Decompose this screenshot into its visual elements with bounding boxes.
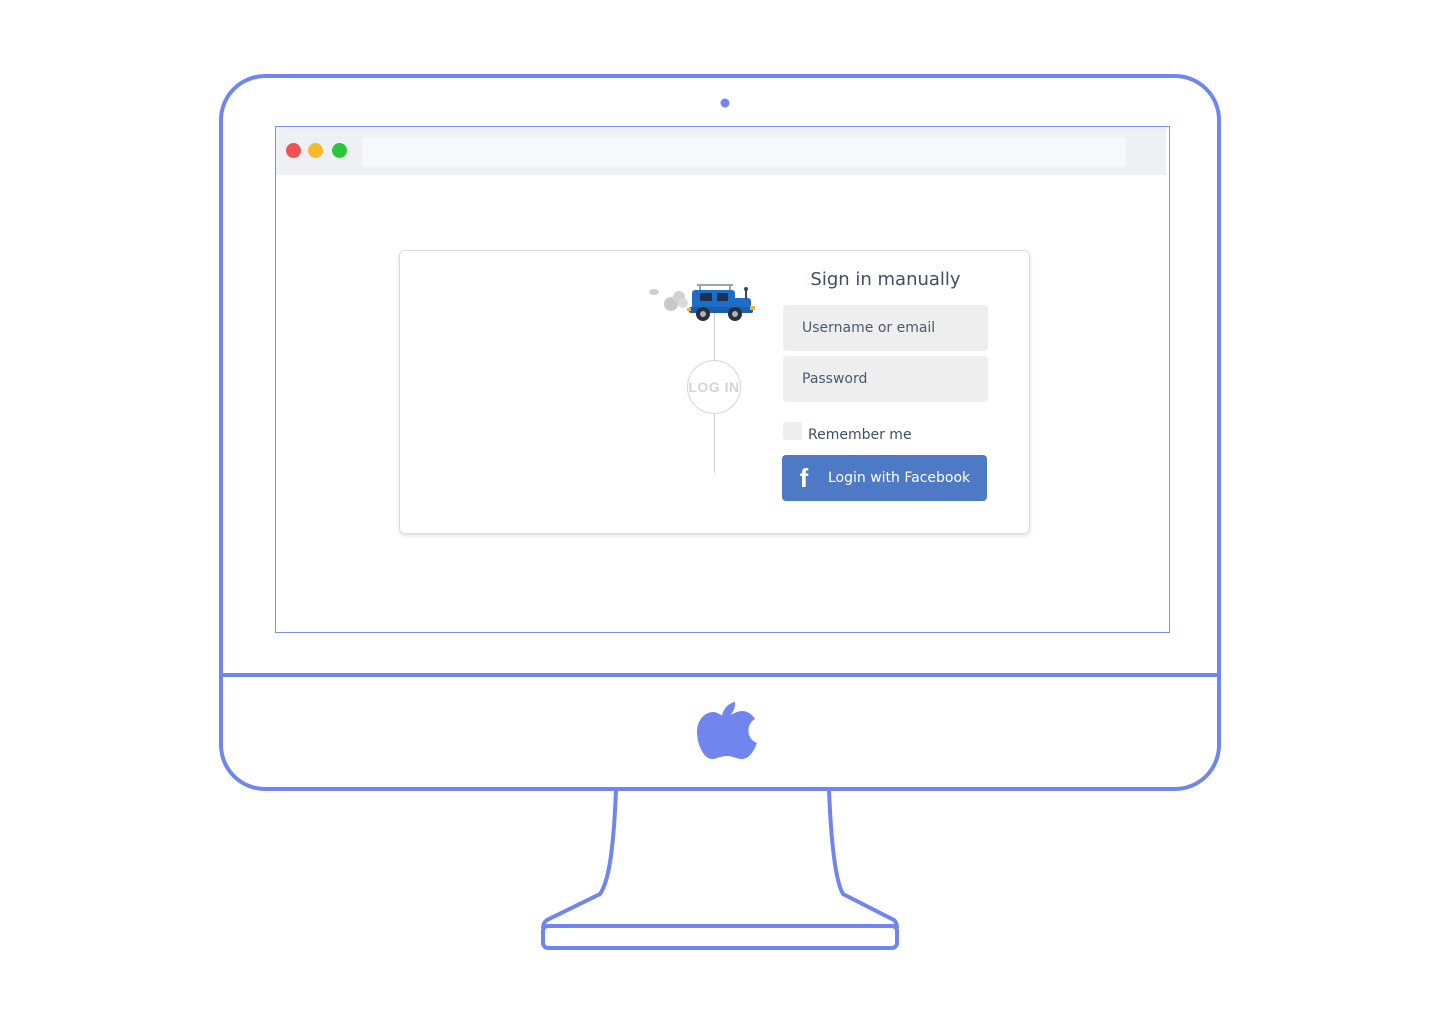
login-progress-circle: LOG IN: [687, 360, 741, 414]
camera-dot: [720, 98, 730, 108]
form-title: Sign in manually: [810, 269, 961, 290]
facebook-f-icon: f: [799, 463, 809, 493]
facebook-button-label: Login with Facebook: [828, 470, 971, 486]
login-with-facebook-button[interactable]: f Login with Facebook: [782, 455, 987, 501]
login-card: LOG IN Sign in manually Remember me f Lo…: [399, 250, 1030, 534]
imac-mockup: LOG IN Sign in manually Remember me f Lo…: [0, 0, 1440, 1024]
jeep-car-icon: [649, 284, 755, 321]
remember-me-row[interactable]: Remember me: [783, 421, 912, 443]
remember-me-label: Remember me: [808, 427, 912, 443]
address-bar[interactable]: [362, 137, 1126, 167]
maximize-window-button[interactable]: [332, 143, 347, 158]
remember-me-checkbox[interactable]: [783, 422, 802, 440]
minimize-window-button[interactable]: [308, 143, 323, 158]
apple-logo-icon: [697, 702, 757, 759]
username-input[interactable]: [783, 305, 988, 351]
password-input[interactable]: [783, 356, 988, 402]
close-window-button[interactable]: [286, 143, 301, 158]
browser-toolbar: [276, 127, 1166, 175]
